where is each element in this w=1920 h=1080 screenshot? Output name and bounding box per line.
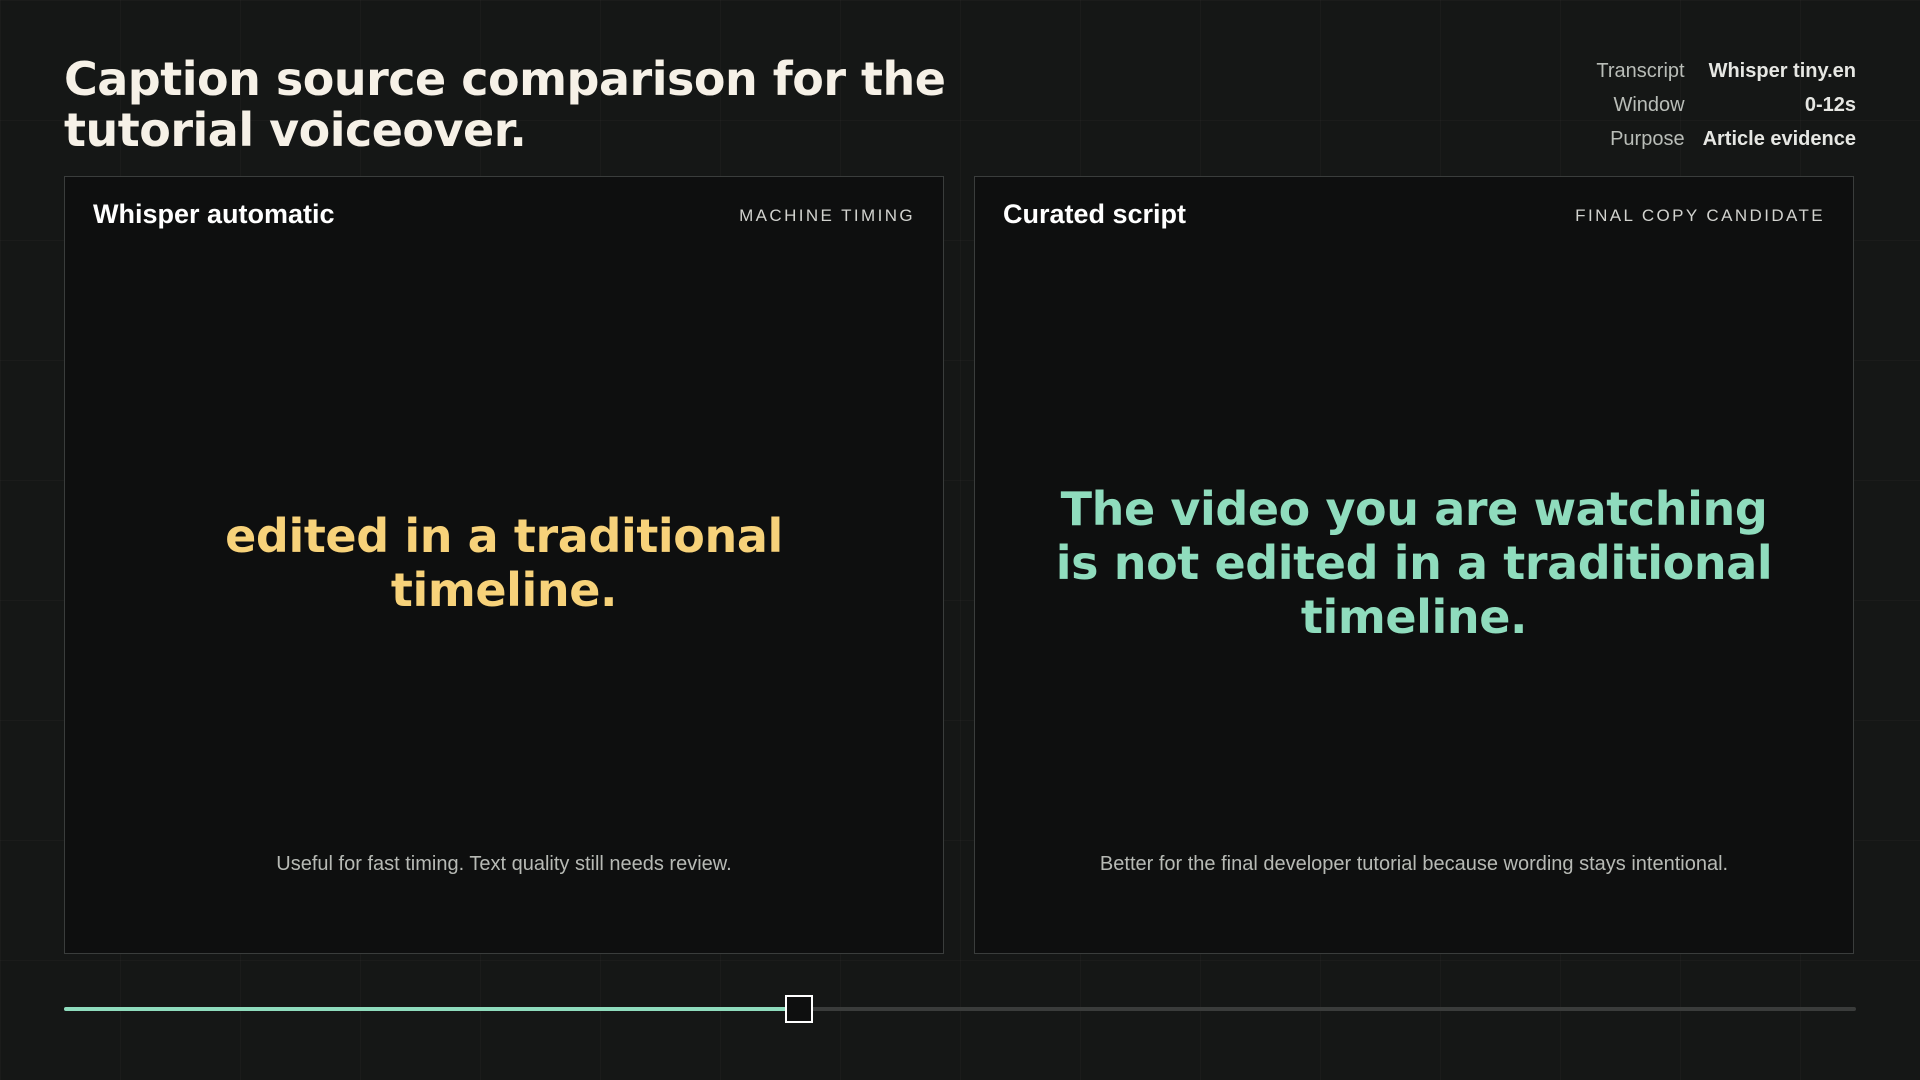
timeline-handle[interactable] xyxy=(784,995,813,1023)
meta-value-transcript: Whisper tiny.en xyxy=(1708,60,1856,82)
timeline-scrubber[interactable] xyxy=(64,995,1856,1023)
page-title: Caption source comparison for the tutori… xyxy=(64,52,946,157)
meta-label-purpose: Purpose xyxy=(1610,128,1685,150)
meta-label-window: Window xyxy=(1613,94,1685,116)
whisper-panel: Whisper automatic MACHINE TIMING edited … xyxy=(64,176,944,954)
caption-text: The video you are watching is not edited… xyxy=(1055,482,1773,644)
meta-value-window: 0-12s xyxy=(1804,94,1856,116)
panel-note: Useful for fast timing. Text quality sti… xyxy=(276,853,732,875)
caption-text: edited in a traditional timeline. xyxy=(225,509,783,617)
panel-note: Better for the final developer tutorial … xyxy=(1099,853,1729,875)
timeline-progress-fill xyxy=(64,1007,799,1011)
metadata-list: Transcript Whisper tiny.en Window 0-12s … xyxy=(1596,54,1856,156)
curated-panel: Curated script FINAL COPY CANDIDATE The … xyxy=(974,176,1854,954)
meta-label-transcript: Transcript xyxy=(1596,60,1685,82)
meta-value-purpose: Article evidence xyxy=(1702,128,1856,150)
